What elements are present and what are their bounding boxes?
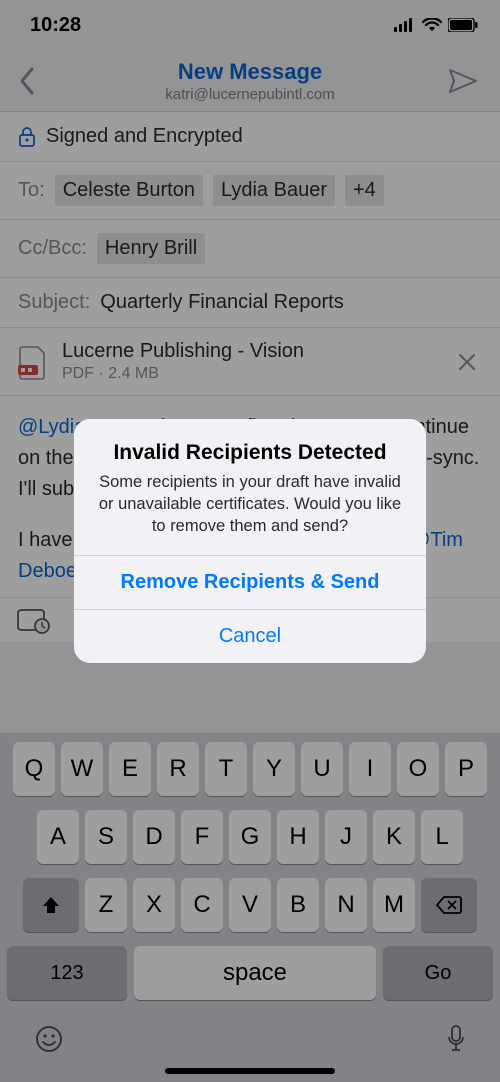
modal-overlay: Invalid Recipients Detected Some recipie…	[0, 0, 500, 1082]
alert-cancel-button[interactable]: Cancel	[74, 609, 426, 663]
alert-dialog: Invalid Recipients Detected Some recipie…	[74, 419, 426, 664]
alert-primary-button[interactable]: Remove Recipients & Send	[74, 555, 426, 609]
alert-title: Invalid Recipients Detected	[96, 441, 404, 465]
alert-message: Some recipients in your draft have inval…	[96, 471, 404, 538]
